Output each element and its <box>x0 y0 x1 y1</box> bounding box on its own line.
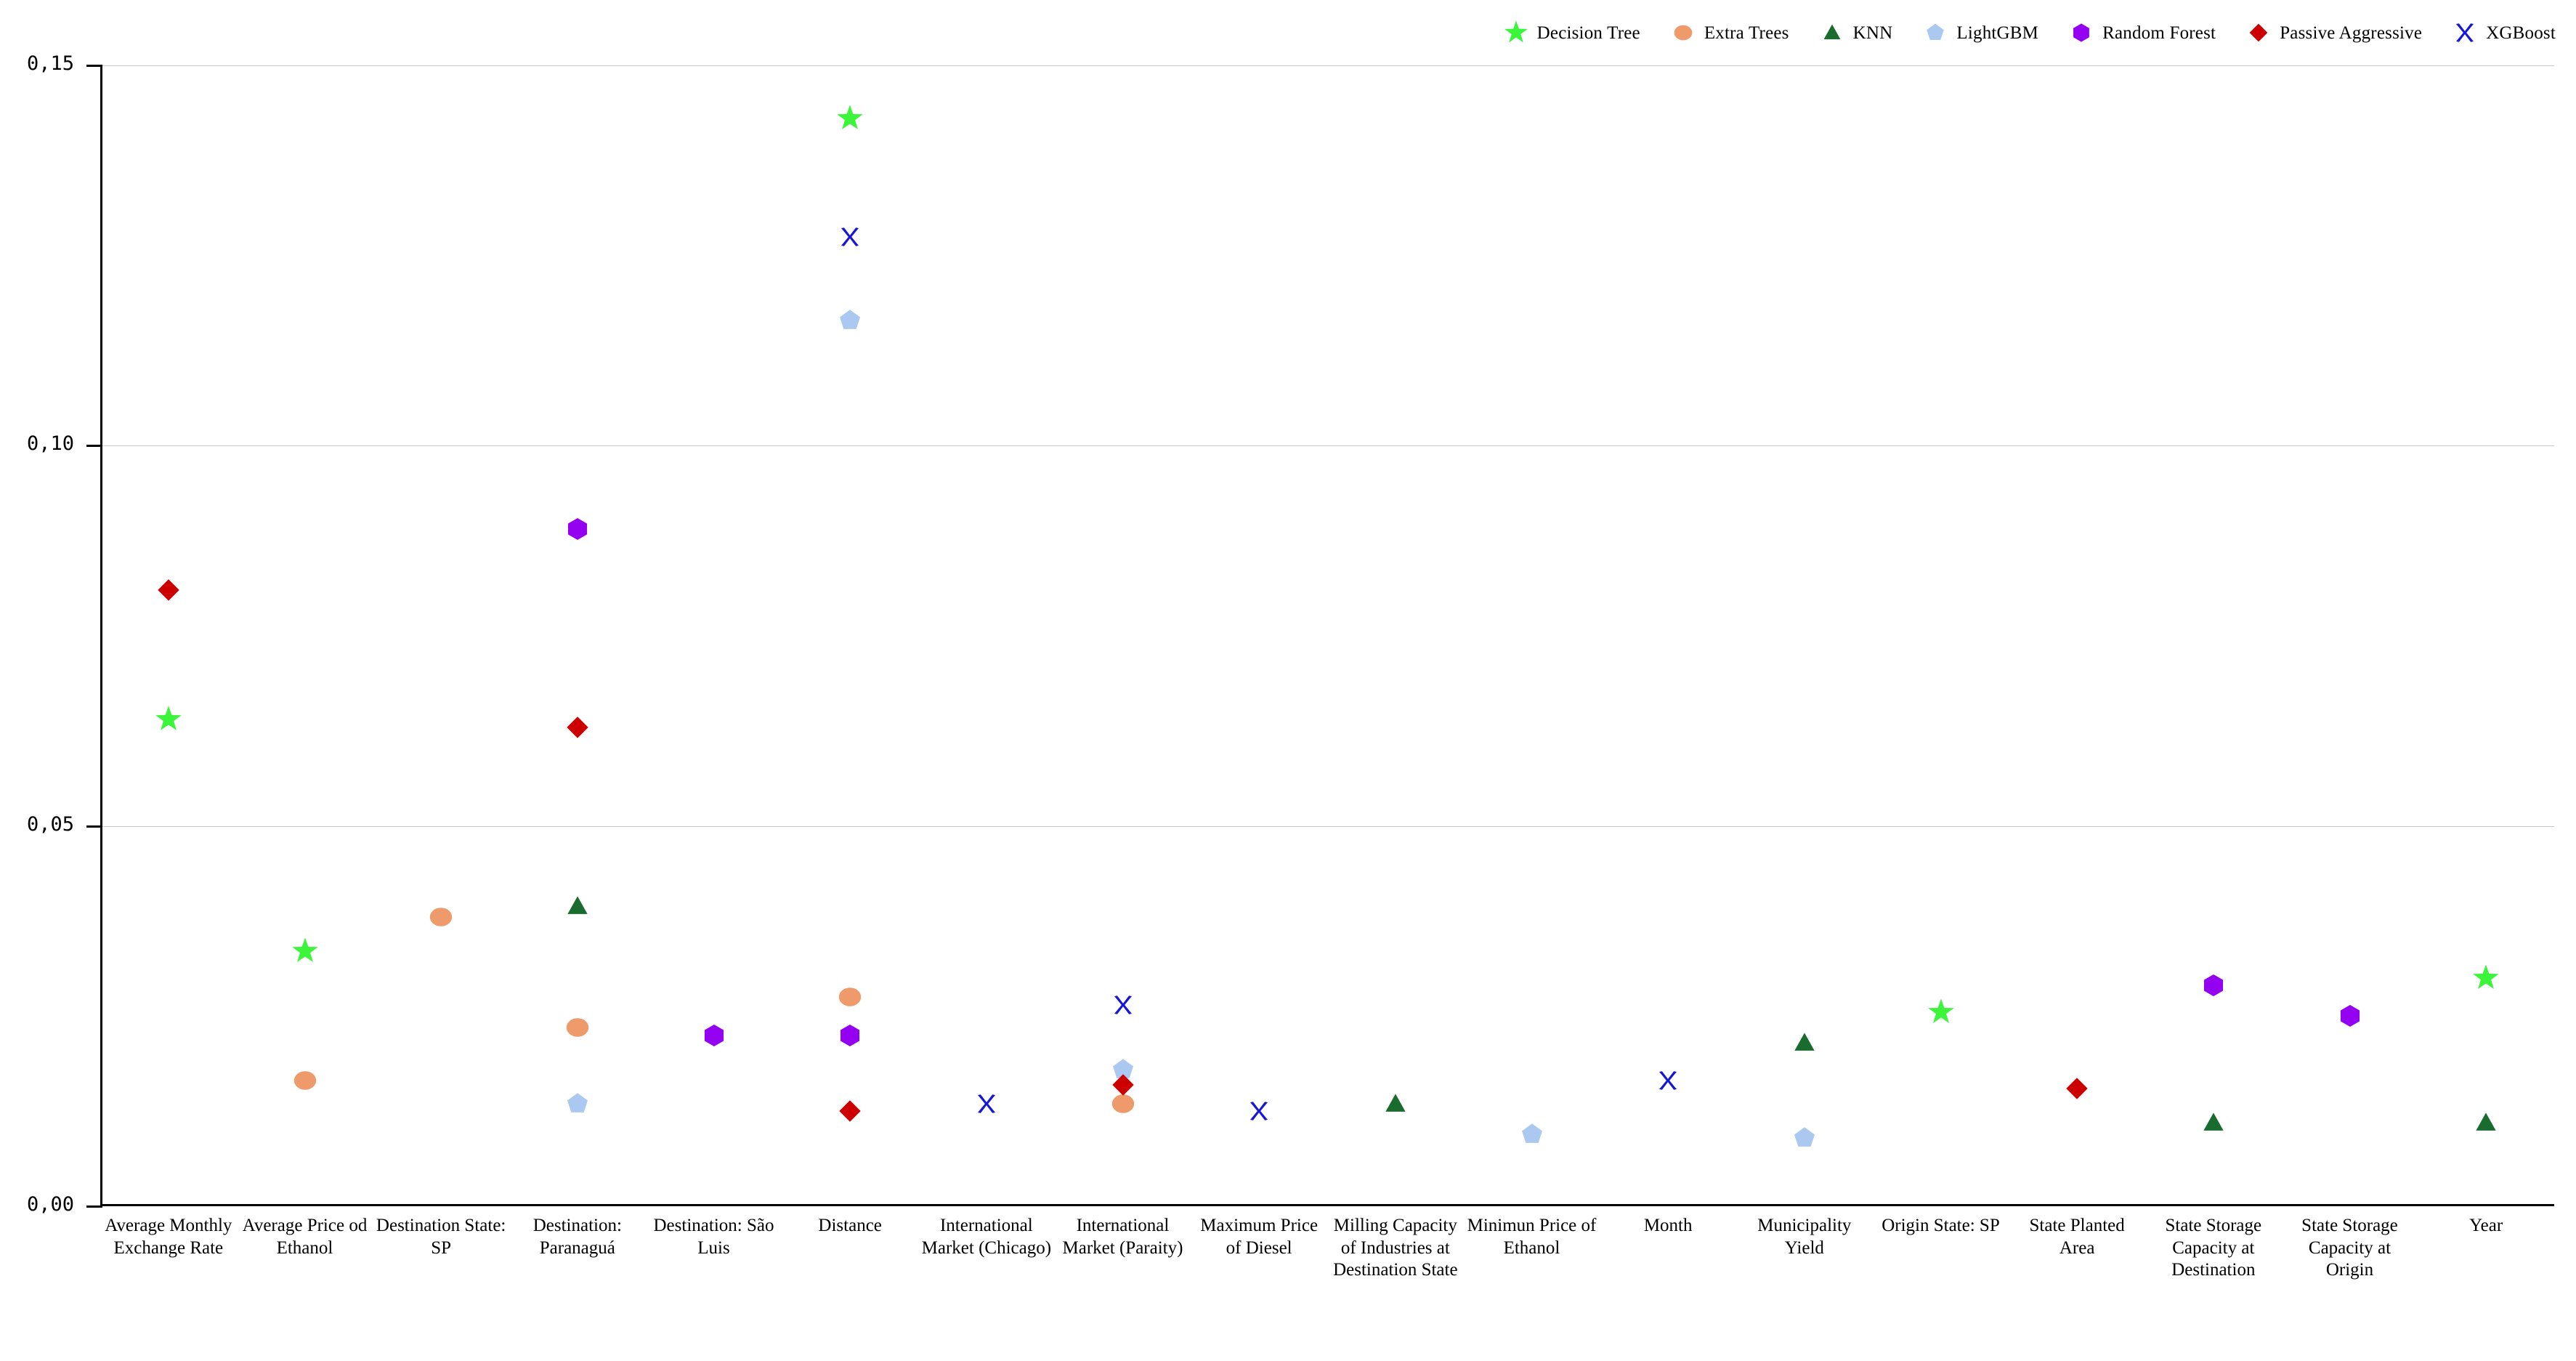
data-point[interactable] <box>2472 964 2500 992</box>
star-marker-icon <box>1504 20 1528 45</box>
data-point[interactable] <box>1520 1123 1543 1145</box>
legend-item-knn[interactable]: KNN <box>1820 20 1893 45</box>
x-axis-category-label: Average Price od Ethanol <box>240 1215 370 1259</box>
data-point[interactable] <box>566 518 588 541</box>
x-axis-category-label: Destination State: SP <box>376 1215 506 1259</box>
y-tick-mark <box>86 825 102 828</box>
chart-legend: Decision Tree Extra Trees KNN LightGBM Rando… <box>0 16 2576 49</box>
legend-label: Decision Tree <box>1537 24 1640 42</box>
gridline <box>100 826 2554 827</box>
legend-item-passive-aggressive[interactable]: Passive Aggressive <box>2246 20 2422 45</box>
legend-item-xgboost[interactable]: XGBoost <box>2453 20 2556 45</box>
plot-area: 0,000,050,100,15 <box>100 65 2554 1206</box>
x-axis-category-label: Distance <box>785 1215 915 1237</box>
data-point[interactable] <box>702 1024 725 1046</box>
data-point[interactable] <box>1112 994 1134 1016</box>
data-point[interactable] <box>1248 1100 1270 1122</box>
chart-root: Decision Tree Extra Trees KNN LightGBM Rando… <box>0 0 2576 1361</box>
legend-label: XGBoost <box>2486 24 2556 42</box>
data-point[interactable] <box>976 1093 997 1115</box>
triangle-marker-icon <box>1820 20 1844 45</box>
data-point[interactable] <box>155 706 182 733</box>
data-point[interactable] <box>2202 974 2224 997</box>
x-axis-category-label: Maximum Price of Diesel <box>1194 1215 1324 1259</box>
data-point[interactable] <box>2202 1111 2224 1134</box>
x-axis-category-label: International Market (Chicago) <box>921 1215 1052 1259</box>
legend-label: KNN <box>1853 24 1893 42</box>
legend-item-decision-tree[interactable]: Decision Tree <box>1504 20 1640 45</box>
x-axis-category-label: Month <box>1603 1215 1733 1237</box>
x-axis-category-label: Municipality Yield <box>1739 1215 1870 1259</box>
y-tick-mark <box>86 1205 102 1208</box>
y-axis-line <box>100 65 102 1206</box>
data-point[interactable] <box>839 226 861 248</box>
data-point[interactable] <box>566 894 588 917</box>
legend-label: Random Forest <box>2102 24 2216 42</box>
legend-label: LightGBM <box>1956 24 2038 42</box>
hexagon-marker-icon <box>2069 20 2094 45</box>
data-point[interactable] <box>1657 1070 1679 1091</box>
data-point[interactable] <box>1927 998 1955 1026</box>
data-point[interactable] <box>293 1069 317 1092</box>
x-axis-category-label: Minimun Price of Ethanol <box>1467 1215 1597 1259</box>
legend-item-random-forest[interactable]: Random Forest <box>2069 20 2216 45</box>
data-point[interactable] <box>839 309 862 331</box>
y-tick-mark <box>86 65 102 67</box>
data-point[interactable] <box>566 1016 589 1039</box>
data-point[interactable] <box>1384 1092 1406 1115</box>
data-point[interactable] <box>1793 1031 1815 1054</box>
y-tick-mark <box>86 445 102 447</box>
x-axis-category-label: Destination: Paranaguá <box>512 1215 643 1259</box>
data-point[interactable] <box>1111 1073 1134 1096</box>
x-axis-label-layer: Average Monthly Exchange RateAverage Pri… <box>100 1215 2554 1361</box>
data-point[interactable] <box>838 985 862 1009</box>
x-axis-category-label: Year <box>2421 1215 2551 1237</box>
gridline <box>100 65 2554 66</box>
data-point[interactable] <box>291 937 319 965</box>
y-tick-label: 0,10 <box>0 434 74 453</box>
gridline <box>100 445 2554 446</box>
data-point[interactable] <box>1793 1126 1815 1149</box>
x-axis-category-label: State Planted Area <box>2012 1215 2142 1259</box>
data-point[interactable] <box>2475 1111 2498 1134</box>
y-tick-label: 0,15 <box>0 54 74 73</box>
x-axis-category-label: State Storage Capacity at Destination <box>2148 1215 2279 1282</box>
data-point[interactable] <box>429 905 453 929</box>
data-point[interactable] <box>566 1092 588 1115</box>
data-point[interactable] <box>839 1024 862 1046</box>
y-tick-label: 0,00 <box>0 1195 74 1214</box>
legend-label: Extra Trees <box>1704 24 1789 42</box>
x-axis-category-label: Average Monthly Exchange Rate <box>103 1215 234 1259</box>
y-tick-label: 0,05 <box>0 815 74 834</box>
x-axis-category-label: Destination: São Luis <box>649 1215 779 1259</box>
diamond-marker-icon <box>2246 20 2271 45</box>
data-point[interactable] <box>566 716 588 738</box>
x-marker-icon <box>2453 20 2477 45</box>
data-point[interactable] <box>839 1100 862 1123</box>
x-axis-category-label: International Market (Paraity) <box>1058 1215 1188 1259</box>
x-axis-category-label: Origin State: SP <box>1876 1215 2006 1237</box>
legend-label: Passive Aggressive <box>2280 24 2422 42</box>
data-point[interactable] <box>2338 1005 2361 1027</box>
data-point[interactable] <box>157 579 179 602</box>
x-axis-line <box>100 1204 2554 1206</box>
x-axis-category-label: State Storage Capacity at Origin <box>2285 1215 2415 1282</box>
data-point[interactable] <box>836 105 864 132</box>
legend-item-extra-trees[interactable]: Extra Trees <box>1671 20 1789 45</box>
x-axis-category-label: Milling Capacity of Industries at Destin… <box>1330 1215 1461 1282</box>
ellipse-marker-icon <box>1671 20 1696 45</box>
legend-item-lightgbm[interactable]: LightGBM <box>1923 20 2038 45</box>
pentagon-marker-icon <box>1923 20 1948 45</box>
data-point[interactable] <box>2066 1077 2089 1099</box>
